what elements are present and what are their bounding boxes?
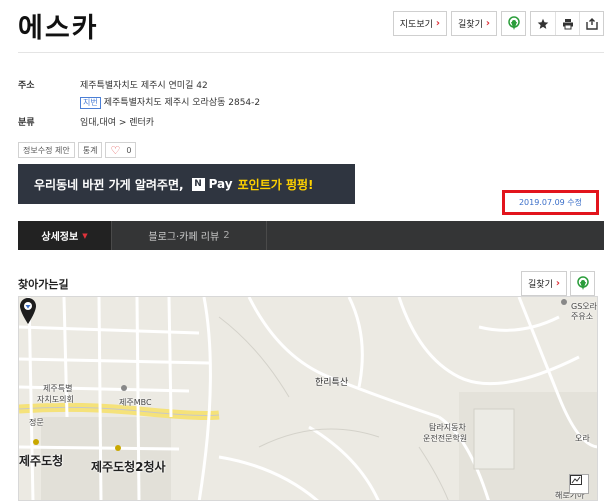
updated-date: 2019.07.09 수정 [502, 190, 599, 215]
map-expand-button[interactable] [569, 474, 589, 494]
map-pin-icon[interactable] [19, 297, 37, 325]
like-button[interactable]: ♡ 0 [105, 142, 137, 158]
section-directions-label: 길찾기 [528, 280, 553, 290]
stats-button[interactable]: 통계 [77, 142, 103, 158]
favorite-button[interactable] [531, 12, 555, 35]
category-label: 분류 [18, 118, 35, 128]
detail-tabs: 상세정보 ▼ 블로그·카페 리뷰 2 [18, 221, 604, 250]
header-divider [18, 52, 604, 53]
npay-n-icon: N [191, 177, 205, 191]
banner-text: 우리동네 바뀐 가게 알려주면, [34, 177, 184, 192]
action-buttons: 정보수정 제안 통계 ♡ 0 [18, 142, 137, 158]
map-pin-icon [507, 15, 520, 30]
poi-dot-icon [121, 385, 127, 391]
map-label-dochung2: 제주도청2청사 [91, 460, 166, 474]
chevron-right-icon: › [485, 18, 490, 29]
print-button[interactable] [555, 12, 579, 35]
star-icon [537, 18, 549, 29]
location-map[interactable]: GS오라 주유소 제주특별 자치도의회 제주MBC 정문 제주도청 제주도청2청… [18, 296, 598, 501]
tab-reviews-label: 블로그·카페 리뷰 [148, 232, 220, 243]
map-label-hanlibuk: 한리특산 [315, 378, 349, 388]
expand-map-icon [570, 475, 582, 485]
print-icon [562, 18, 573, 29]
chevron-right-icon: › [435, 18, 441, 29]
suggest-edit-button[interactable]: 정보수정 제안 [18, 142, 75, 158]
category-row: 분류 임대,대여 > 렌터카 [18, 116, 260, 130]
map-view-button[interactable]: 지도보기 › [392, 11, 448, 36]
chevron-right-icon: › [555, 278, 560, 289]
heart-icon: ♡ [110, 143, 121, 157]
npay-label: Pay [208, 177, 233, 191]
map-label-dochung: 제주도청 [19, 454, 64, 468]
directions-button[interactable]: 길찾기 › [451, 11, 497, 36]
map-label-mbc: 제주MBC [119, 398, 152, 407]
like-count: 0 [126, 145, 132, 155]
address-row: 주소 제주특별자치도 제주시 연미길 42 [18, 79, 260, 93]
caret-down-icon: ▼ [82, 231, 88, 240]
map-label-gs2: 주유소 [571, 312, 594, 321]
directions-section-title: 찾아가는길 [18, 278, 69, 291]
tab-detail[interactable]: 상세정보 ▼ [18, 221, 111, 250]
address-label: 주소 [18, 81, 35, 91]
map-label-assembly: 제주특별 [43, 384, 73, 393]
tab-detail-label: 상세정보 [41, 232, 79, 243]
poi-dot-icon [115, 445, 121, 451]
jibun-address: 제주특별자치도 제주시 오라삼동 2854-2 [103, 98, 261, 108]
directions-label: 길찾기 [458, 20, 483, 30]
place-info: 주소 제주특별자치도 제주시 연미길 42 지번 제주특별자치도 제주시 오라삼동… [18, 79, 260, 130]
map-label-school1: 탐라지동차 [429, 423, 466, 432]
map-label-ora: 오라 [575, 434, 590, 443]
road-address: 제주특별자치도 제주시 연미길 42 [80, 81, 208, 91]
poi-dot-icon [33, 439, 39, 445]
map-view-label: 지도보기 [399, 20, 433, 30]
map-pin-icon [576, 275, 589, 290]
poi-dot-icon [561, 299, 567, 305]
share-button[interactable] [579, 12, 603, 35]
promo-banner[interactable]: 우리동네 바뀐 가게 알려주면, N Pay 포인트가 펑펑! [18, 164, 355, 204]
jibun-badge: 지번 [80, 97, 101, 109]
npay-logo: N Pay [191, 177, 233, 191]
section-directions-button[interactable]: 길찾기 › [521, 271, 567, 296]
map-label-assembly2: 자치도의회 [37, 395, 74, 404]
banner-highlight: 포인트가 펑펑! [237, 177, 314, 192]
tab-reviews[interactable]: 블로그·카페 리뷰 2 [111, 221, 267, 250]
share-icon [585, 17, 598, 30]
jibun-row: 지번 제주특별자치도 제주시 오라삼동 2854-2 [18, 96, 260, 110]
top-toolbar: 지도보기 › 길찾기 › [392, 11, 604, 36]
map-pin-button[interactable] [501, 11, 526, 36]
map-label-school2: 운전전문학원 [423, 434, 468, 443]
map-label-jeongmun: 정문 [29, 418, 44, 427]
tab-reviews-count: 2 [223, 230, 230, 241]
category-value: 임대,대여 > 렌터카 [80, 118, 155, 128]
section-map-pin-button[interactable] [570, 271, 595, 296]
utility-button-group [530, 11, 604, 36]
section-directions-buttons: 길찾기 › [521, 271, 595, 296]
place-title: 에스카 [18, 13, 99, 44]
